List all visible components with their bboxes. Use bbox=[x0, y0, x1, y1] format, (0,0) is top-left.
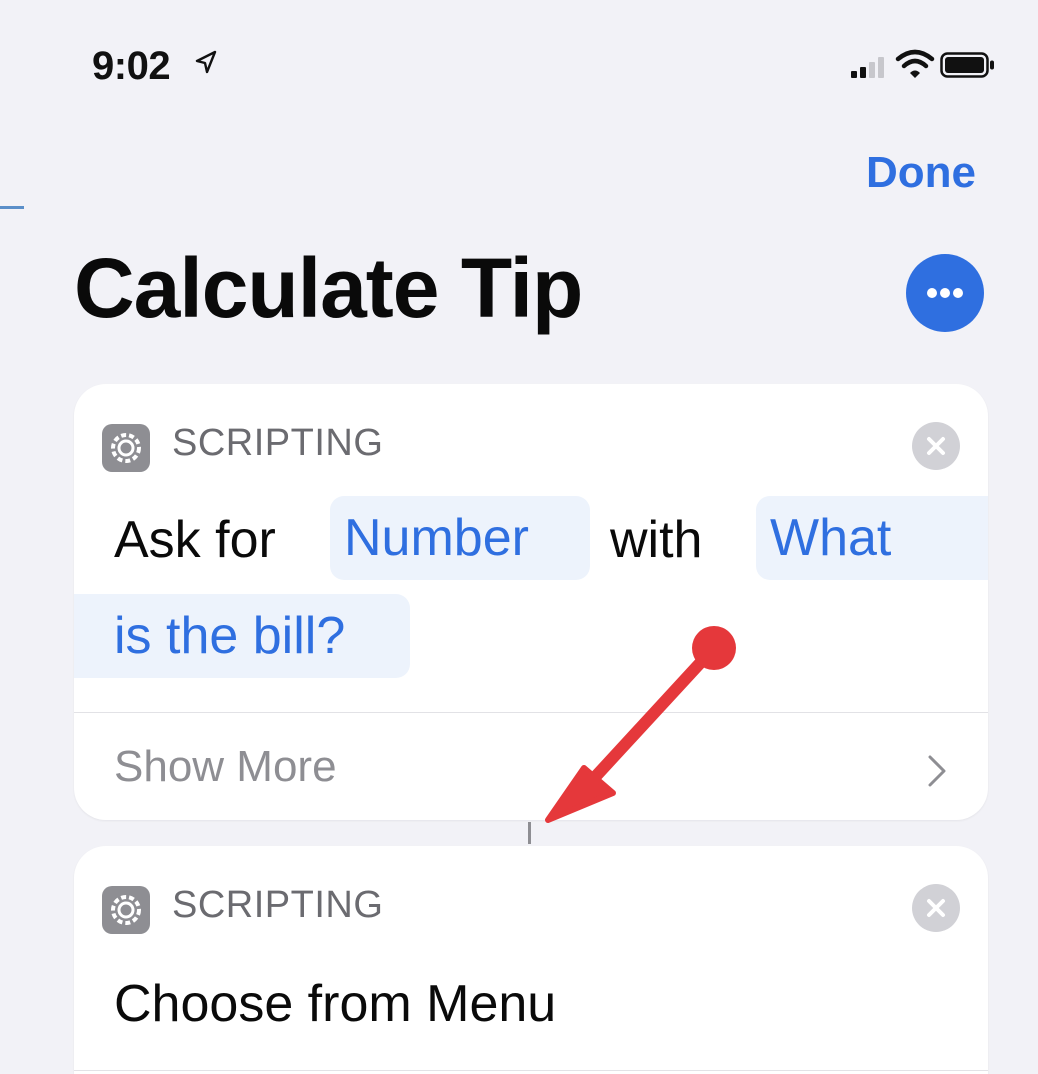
show-more-row[interactable]: Show More bbox=[74, 714, 988, 820]
cellular-signal-icon bbox=[851, 57, 884, 78]
remove-action-icon[interactable] bbox=[912, 422, 960, 470]
token-input-type[interactable]: Number bbox=[330, 496, 590, 580]
status-bar: 9:02 bbox=[0, 0, 1038, 110]
action-card-ask-for-input[interactable]: SCRIPTING Ask for Number with What is th… bbox=[74, 384, 988, 820]
edge-line bbox=[0, 206, 24, 209]
action-card-choose-from-menu[interactable]: SCRIPTING Choose from Menu bbox=[74, 846, 988, 1074]
remove-action-icon[interactable] bbox=[912, 884, 960, 932]
scripting-gear-icon bbox=[102, 424, 150, 472]
scripting-gear-icon bbox=[102, 886, 150, 934]
token-prompt-line1[interactable]: What bbox=[756, 496, 988, 580]
status-time: 9:02 bbox=[92, 44, 171, 88]
location-arrow-icon bbox=[195, 50, 217, 74]
page-title: Calculate Tip bbox=[74, 241, 583, 335]
wifi-icon bbox=[895, 49, 935, 78]
action-text-with: with bbox=[610, 511, 703, 569]
more-options-button[interactable] bbox=[906, 254, 984, 332]
action-connector bbox=[528, 822, 531, 844]
token-prompt-line2[interactable]: is the bill? bbox=[74, 594, 410, 678]
chevron-right-icon bbox=[928, 755, 946, 787]
category-label: SCRIPTING bbox=[172, 422, 384, 464]
divider bbox=[74, 1070, 988, 1071]
action-text-ask-for: Ask for bbox=[114, 511, 276, 569]
category-label: SCRIPTING bbox=[172, 884, 384, 926]
action-title: Choose from Menu bbox=[114, 975, 557, 1033]
battery-icon bbox=[940, 52, 994, 78]
show-more-label: Show More bbox=[114, 742, 337, 791]
done-button[interactable]: Done bbox=[866, 148, 976, 198]
divider bbox=[74, 712, 988, 713]
ellipsis-icon bbox=[927, 288, 963, 298]
